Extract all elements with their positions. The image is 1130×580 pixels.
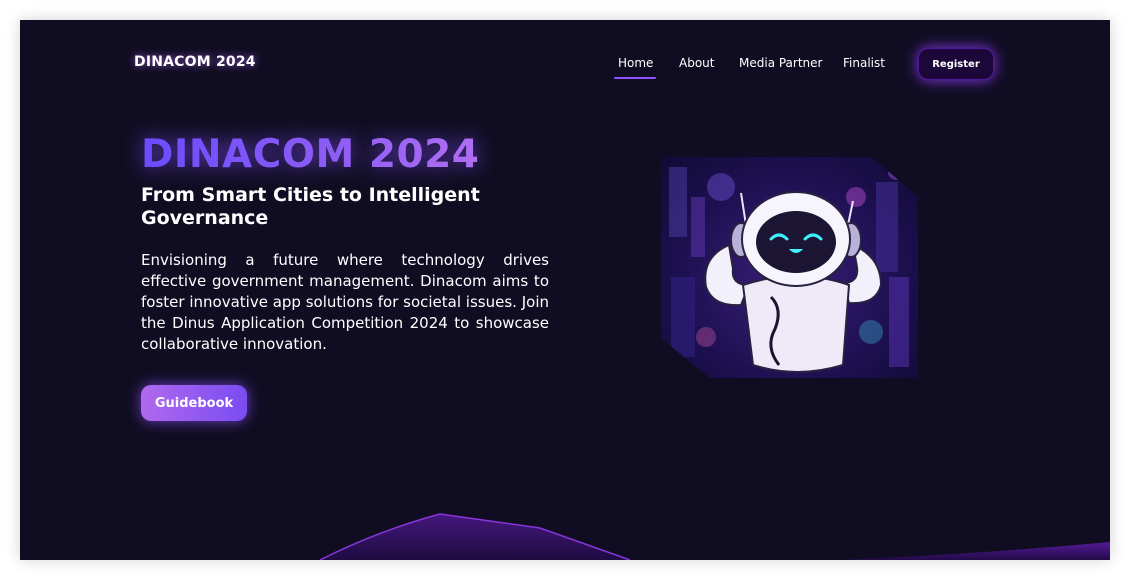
- hero-subtitle: From Smart Cities to Intelligent Governa…: [141, 184, 480, 229]
- nav-link-finalist[interactable]: Finalist: [843, 56, 885, 70]
- site-logo[interactable]: DINACOM 2024: [134, 54, 256, 70]
- robot-illustration: [661, 157, 918, 378]
- robot-icon: [669, 164, 909, 373]
- nav-link-media-partner[interactable]: Media Partner: [739, 56, 822, 70]
- nav-active-indicator: [614, 77, 656, 79]
- nav-link-home[interactable]: Home: [618, 56, 653, 76]
- nav-link-about[interactable]: About: [679, 56, 714, 70]
- bottom-wave-decoration: [319, 513, 1110, 560]
- hero-title: DINACOM 2024: [141, 132, 480, 177]
- guidebook-button[interactable]: Guidebook: [141, 385, 247, 421]
- landing-page: DINACOM 2024 Home About Media Partner Fi…: [20, 20, 1110, 560]
- register-button[interactable]: Register: [918, 48, 994, 80]
- hero-description: Envisioning a future where technology dr…: [141, 251, 549, 353]
